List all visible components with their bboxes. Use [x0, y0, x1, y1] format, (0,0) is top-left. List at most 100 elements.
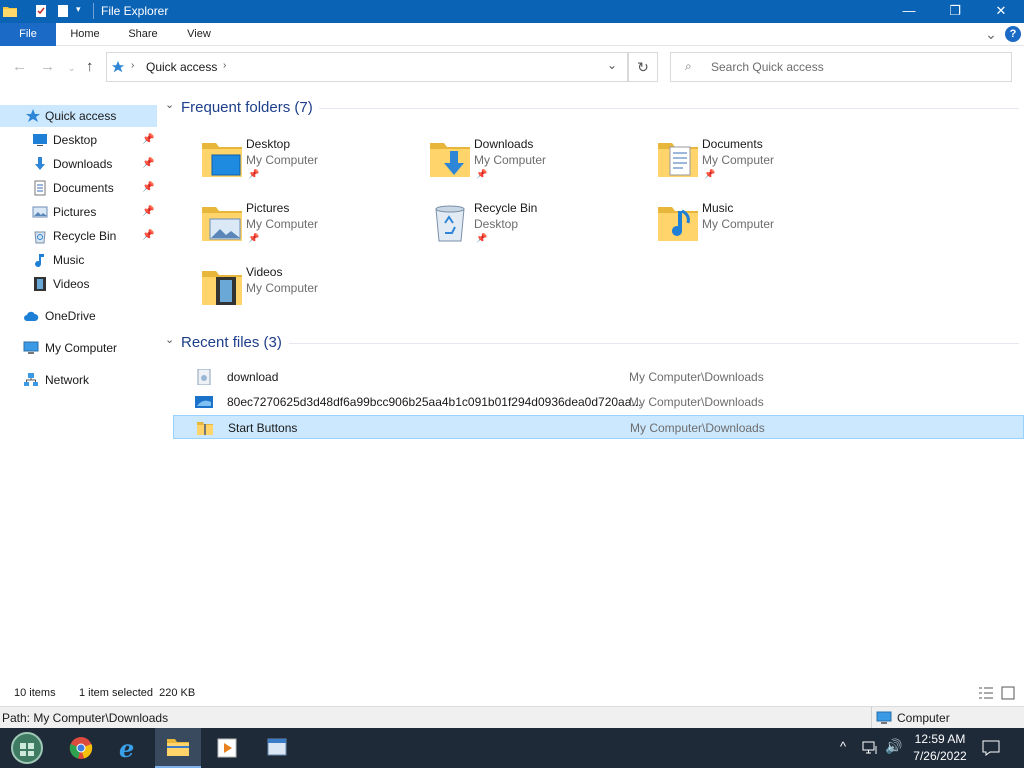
documents-folder-icon — [658, 143, 698, 177]
show-hidden-icons-chevron-icon[interactable]: ^ — [840, 739, 846, 754]
maximize-button[interactable]: ❐ — [932, 0, 978, 23]
tab-file[interactable]: File — [0, 23, 56, 46]
sidebar-item-label: My Computer — [45, 341, 118, 355]
tile-recycle-bin[interactable]: Recycle Bin Desktop 📌 — [428, 197, 648, 257]
tile-pictures[interactable]: Pictures My Computer 📌 — [200, 197, 420, 257]
file-path: My Computer\Downloads — [630, 421, 765, 435]
help-button[interactable]: ? — [1005, 26, 1021, 42]
customize-quick-access-chevron-icon[interactable]: ▾ — [76, 4, 92, 20]
list-item-recent-file-selected[interactable]: Start Buttons My Computer\Downloads — [173, 415, 1024, 439]
taskbar-internet-explorer[interactable]: e — [106, 728, 152, 768]
file-name: download — [227, 370, 279, 384]
file-path: My Computer\Downloads — [629, 370, 764, 384]
cloud-icon — [24, 311, 39, 321]
taskbar-chrome[interactable] — [58, 728, 104, 768]
sidebar-item-onedrive[interactable]: OneDrive — [0, 305, 157, 327]
pin-icon[interactable]: 📌 — [142, 225, 154, 247]
tile-name: Desktop — [246, 137, 291, 151]
collapse-chevron-icon[interactable]: ⌄ — [165, 333, 174, 346]
sidebar-item-documents[interactable]: Documents 📌 — [0, 177, 157, 199]
picture-icon — [32, 206, 48, 218]
computer-icon — [23, 341, 39, 354]
item-count: 10 items — [14, 687, 56, 699]
pin-icon: 📌 — [476, 233, 488, 243]
tile-desktop[interactable]: Desktop My Computer 📌 — [200, 133, 420, 193]
search-input[interactable]: ⌕ Search Quick access — [670, 52, 1012, 82]
tile-downloads[interactable]: Downloads My Computer 📌 — [428, 133, 648, 193]
tile-documents[interactable]: Documents My Computer 📌 — [656, 133, 876, 193]
recent-locations-chevron-icon[interactable]: ⌄ — [68, 63, 76, 74]
taskbar: e ^ 🔊 12:59 AM 7/26/2022 — [0, 728, 1024, 768]
sidebar-item-downloads[interactable]: Downloads 📌 — [0, 153, 157, 175]
recycle-bin-icon — [435, 205, 465, 242]
network-icon[interactable] — [862, 740, 880, 756]
clock-date[interactable]: 7/26/2022 — [905, 749, 975, 763]
selection-info: 1 item selected 220 KB — [79, 687, 196, 699]
new-folder-icon[interactable] — [55, 3, 71, 19]
forward-arrow-icon[interactable]: → — [40, 58, 55, 75]
sidebar-item-my-computer[interactable]: My Computer — [0, 337, 157, 359]
sidebar-item-label: Downloads — [53, 157, 113, 171]
internet-explorer-icon: e — [119, 734, 135, 763]
address-bar[interactable]: › Quick access › — [106, 52, 658, 82]
pin-icon[interactable]: 📌 — [142, 177, 154, 199]
details-view-icon[interactable] — [978, 686, 994, 700]
breadcrumb-separator-icon[interactable]: › — [131, 60, 134, 71]
tab-home[interactable]: Home — [60, 23, 110, 46]
large-icons-view-icon[interactable] — [1000, 686, 1016, 700]
film-icon — [34, 277, 46, 291]
collapse-chevron-icon[interactable]: ⌄ — [165, 98, 174, 111]
tile-videos[interactable]: Videos My Computer — [200, 261, 420, 321]
breadcrumb-quick-access[interactable]: Quick access — [146, 60, 217, 74]
refresh-icon[interactable]: ↻ — [628, 52, 658, 82]
address-dropdown-chevron-icon[interactable]: ⌄ — [600, 52, 628, 82]
tab-view[interactable]: View — [176, 23, 222, 46]
up-arrow-icon[interactable]: ↑ — [86, 58, 94, 75]
sidebar-item-desktop[interactable]: Desktop 📌 — [0, 129, 157, 151]
taskbar-media-player[interactable] — [204, 728, 250, 768]
taskbar-file-explorer[interactable] — [155, 728, 201, 768]
image-file-icon — [195, 396, 213, 408]
folder-icon — [167, 739, 189, 756]
minimize-button[interactable]: — — [886, 0, 932, 23]
list-item-recent-file[interactable]: 80ec7270625d3d48df6a99bcc906b25aa4b1c091… — [173, 390, 1024, 414]
videos-folder-icon — [202, 271, 242, 305]
breadcrumb-chevron-icon[interactable]: › — [223, 60, 226, 71]
properties-icon[interactable] — [33, 3, 49, 19]
group-header-frequent-folders[interactable]: Frequent folders (7) — [181, 99, 313, 116]
close-button[interactable]: ✕ — [978, 0, 1024, 23]
pin-icon[interactable]: 📌 — [142, 153, 154, 175]
tile-name: Downloads — [474, 137, 534, 151]
sidebar-item-videos[interactable]: Videos — [0, 273, 157, 295]
windows-orb-icon — [11, 732, 43, 764]
notifications-icon[interactable] — [982, 739, 1000, 757]
volume-icon[interactable]: 🔊 — [885, 738, 902, 755]
sidebar-item-music[interactable]: Music — [0, 249, 157, 271]
sidebar-item-network[interactable]: Network — [0, 369, 157, 391]
sidebar-item-label: OneDrive — [45, 309, 96, 323]
sidebar-item-pictures[interactable]: Pictures 📌 — [0, 201, 157, 223]
sidebar-item-label: Pictures — [53, 205, 97, 219]
tile-location: My Computer — [246, 281, 319, 295]
tile-music[interactable]: Music My Computer — [656, 197, 876, 257]
pin-icon[interactable]: 📌 — [142, 201, 154, 223]
navigation-pane: Quick access Desktop 📌 Downloads 📌 Docum… — [0, 88, 157, 680]
pin-icon: 📌 — [248, 233, 260, 243]
pin-icon[interactable]: 📌 — [142, 129, 154, 151]
sidebar-item-quick-access[interactable]: Quick access — [0, 105, 157, 127]
sidebar-item-recycle-bin[interactable]: Recycle Bin 📌 — [0, 225, 157, 247]
back-arrow-icon[interactable]: ← — [12, 58, 27, 75]
expand-ribbon-chevron-icon[interactable]: ⌄ — [982, 23, 1000, 46]
tab-share[interactable]: Share — [118, 23, 168, 46]
clock-time[interactable]: 12:59 AM — [905, 732, 975, 746]
group-header-recent-files[interactable]: Recent files (3) — [181, 334, 282, 351]
tile-location: Desktop — [474, 217, 519, 231]
taskbar-app[interactable] — [254, 728, 300, 768]
start-button[interactable] — [4, 728, 50, 768]
list-item-recent-file[interactable]: download My Computer\Downloads — [173, 365, 1024, 389]
sidebar-item-label: Desktop — [53, 133, 98, 147]
tile-name: Recycle Bin — [474, 201, 538, 215]
content-pane: ⌄ Frequent folders (7) Desktop My Comput… — [157, 88, 1024, 680]
search-placeholder: Search Quick access — [711, 60, 824, 74]
star-icon — [111, 60, 125, 73]
